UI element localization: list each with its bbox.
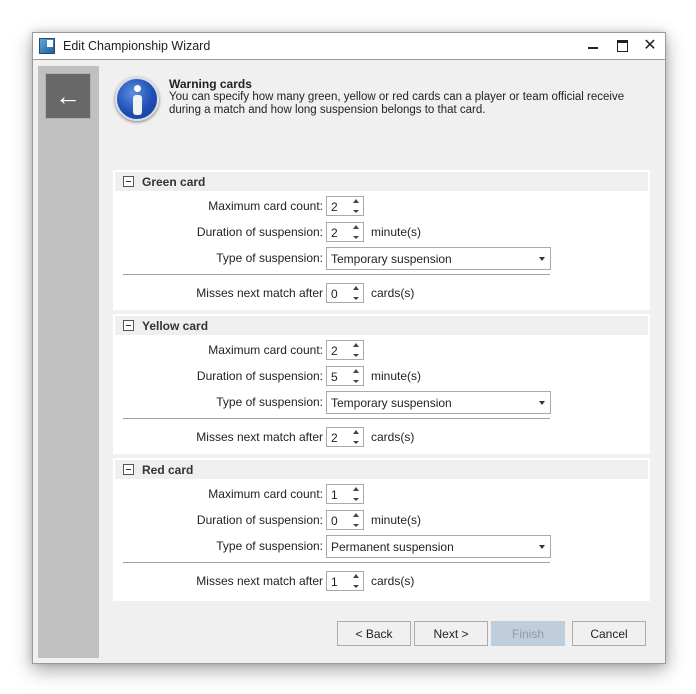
misses-label: Misses next match after (196, 430, 323, 444)
arrow-left-icon: ← (55, 80, 81, 111)
close-button[interactable]: ✕ (636, 33, 664, 59)
title-bar: Edit Championship Wizard ✕ (33, 33, 665, 60)
misses-label: Misses next match after (196, 574, 323, 588)
max-count-spinner[interactable]: 2 (326, 196, 364, 216)
suspension-type-dropdown[interactable]: Temporary suspension (326, 246, 551, 270)
collapse-icon[interactable] (123, 320, 134, 331)
back-arrow-button[interactable]: ← (45, 73, 91, 119)
max-count-label: Maximum card count: (208, 199, 323, 213)
app-icon (39, 38, 55, 54)
spin-up-icon[interactable] (353, 487, 359, 491)
group-header[interactable]: Green card (115, 172, 648, 191)
chevron-down-icon (539, 544, 545, 549)
duration-spinner[interactable]: 5 (326, 366, 364, 386)
spin-down-icon[interactable] (353, 524, 359, 527)
misses-spinner[interactable]: 1 (326, 571, 364, 591)
minimize-button[interactable] (579, 33, 607, 59)
maximize-icon (616, 40, 628, 52)
finish-button: Finish (491, 621, 565, 646)
divider (123, 562, 550, 563)
page-title: Warning cards (169, 77, 252, 91)
duration-label: Duration of suspension: (196, 225, 323, 239)
group-red-card: Red card Maximum card count: 1 Duration … (113, 458, 650, 601)
type-label: Type of suspension: (216, 251, 323, 265)
spin-up-icon[interactable] (353, 430, 359, 434)
group-header[interactable]: Yellow card (115, 316, 648, 335)
duration-label: Duration of suspension: (196, 369, 323, 383)
suspension-type-dropdown[interactable]: Temporary suspension (326, 390, 551, 414)
group-header[interactable]: Red card (115, 460, 648, 479)
max-count-label: Maximum card count: (208, 343, 323, 357)
wizard-window: Edit Championship Wizard ✕ ← Warning car… (32, 32, 666, 664)
spin-down-icon[interactable] (353, 236, 359, 239)
spin-down-icon[interactable] (353, 585, 359, 588)
close-icon: ✕ (643, 37, 657, 54)
group-yellow-card: Yellow card Maximum card count: 2 Durati… (113, 314, 650, 454)
next-button[interactable]: Next > (414, 621, 488, 646)
spin-up-icon[interactable] (353, 369, 359, 373)
spin-down-icon[interactable] (353, 380, 359, 383)
spin-up-icon[interactable] (353, 574, 359, 578)
misses-label: Misses next match after (196, 286, 323, 300)
duration-spinner[interactable]: 0 (326, 510, 364, 530)
misses-spinner[interactable]: 0 (326, 283, 364, 303)
spin-down-icon[interactable] (353, 498, 359, 501)
spin-up-icon[interactable] (353, 343, 359, 347)
max-count-label: Maximum card count: (208, 487, 323, 501)
window-title: Edit Championship Wizard (63, 39, 211, 53)
duration-spinner[interactable]: 2 (326, 222, 364, 242)
maximize-button[interactable] (608, 33, 636, 59)
minimize-icon (588, 47, 598, 49)
chevron-down-icon (539, 256, 545, 261)
group-title: Red card (142, 462, 194, 477)
minutes-unit: minute(s) (371, 225, 422, 239)
spin-down-icon[interactable] (353, 354, 359, 357)
spin-up-icon[interactable] (353, 199, 359, 203)
cards-unit: cards(s) (371, 286, 415, 300)
group-title: Yellow card (142, 318, 209, 333)
cards-unit: cards(s) (371, 574, 415, 588)
info-icon (115, 77, 159, 121)
page-description: You can specify how many green, yellow o… (169, 91, 625, 116)
cards-unit: cards(s) (371, 430, 415, 444)
spin-down-icon[interactable] (353, 441, 359, 444)
spin-down-icon[interactable] (353, 297, 359, 300)
type-label: Type of suspension: (216, 539, 323, 553)
minutes-unit: minute(s) (371, 369, 422, 383)
chevron-down-icon (539, 400, 545, 405)
max-count-spinner[interactable]: 1 (326, 484, 364, 504)
back-button[interactable]: < Back (337, 621, 411, 646)
collapse-icon[interactable] (123, 176, 134, 187)
type-label: Type of suspension: (216, 395, 323, 409)
max-count-spinner[interactable]: 2 (326, 340, 364, 360)
spin-down-icon[interactable] (353, 210, 359, 213)
collapse-icon[interactable] (123, 464, 134, 475)
spin-up-icon[interactable] (353, 513, 359, 517)
divider (123, 274, 550, 275)
duration-label: Duration of suspension: (196, 513, 323, 527)
minutes-unit: minute(s) (371, 513, 422, 527)
group-green-card: Green card Maximum card count: 2 Duratio… (113, 170, 650, 310)
wizard-sidebar: ← (38, 66, 99, 658)
suspension-type-dropdown[interactable]: Permanent suspension (326, 534, 551, 558)
divider (123, 418, 550, 419)
misses-spinner[interactable]: 2 (326, 427, 364, 447)
spin-up-icon[interactable] (353, 286, 359, 290)
group-title: Green card (142, 174, 206, 189)
spin-up-icon[interactable] (353, 225, 359, 229)
cancel-button[interactable]: Cancel (572, 621, 646, 646)
